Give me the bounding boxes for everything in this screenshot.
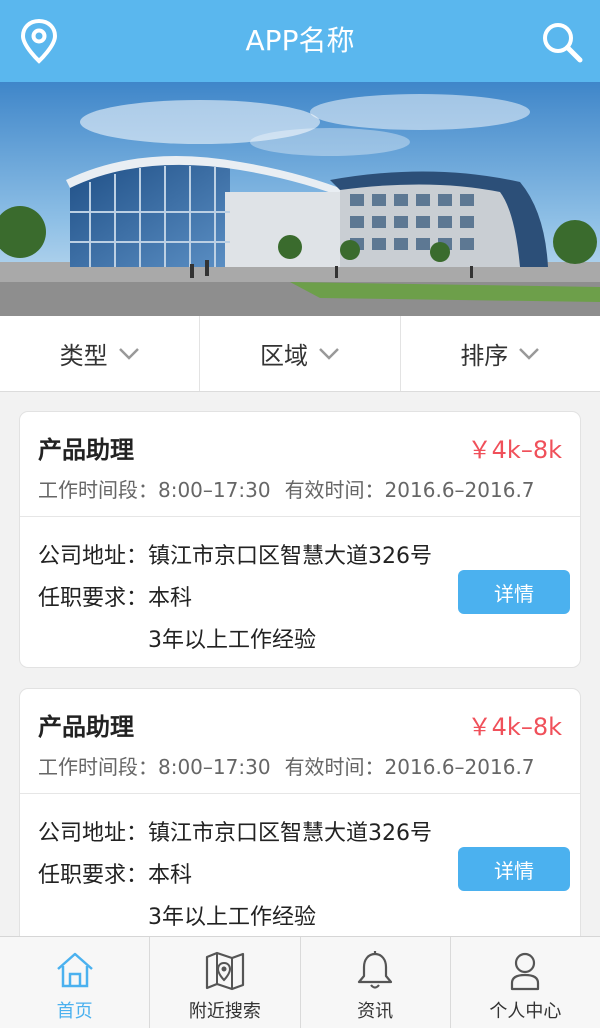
job-card-header: 产品助理 ￥4k–8k 工作时间段：8:00–17:30 有效时间：2016.6–… [20,412,580,517]
job-time: 工作时间段：8:00–17:30 有效时间：2016.6–2016.7 [38,751,535,780]
requirement-experience: 3年以上工作经验 [148,628,316,653]
bell-icon [358,951,393,989]
job-card-header: 产品助理 ￥4k–8k 工作时间段：8:00–17:30 有效时间：2016.6–… [20,689,580,794]
job-card[interactable]: 产品助理 ￥4k–8k 工作时间段：8:00–17:30 有效时间：2016.6–… [19,688,581,936]
work-time: 工作时间段：8:00–17:30 [38,478,271,502]
filter-area[interactable]: 区域 [200,316,401,391]
address-value: 镇江市京口区智慧大道326号 [148,821,433,846]
job-salary: ￥4k–8k [467,436,562,464]
requirement-education: 本科 [148,863,193,888]
app-header: APP名称 [0,0,600,82]
tab-news[interactable]: 资讯 [301,937,451,1028]
valid-time: 有效时间：2016.6–2016.7 [284,755,535,779]
requirement-label: 任职要求： [38,586,149,611]
job-list[interactable]: 产品助理 ￥4k–8k 工作时间段：8:00–17:30 有效时间：2016.6–… [0,392,600,936]
job-requirement: 任职要求：本科 [38,580,192,612]
filter-sort[interactable]: 排序 [401,316,600,391]
search-icon[interactable] [540,20,584,64]
chevron-down-icon [118,347,139,360]
address-label: 公司地址： [38,544,149,569]
address-label: 公司地址： [38,821,149,846]
tab-home-label: 首页 [56,1001,93,1022]
filter-sort-label: 排序 [460,342,509,370]
job-card[interactable]: 产品助理 ￥4k–8k 工作时间段：8:00–17:30 有效时间：2016.6–… [19,411,581,668]
map-icon [205,951,244,991]
address-value: 镇江市京口区智慧大道326号 [148,544,433,569]
banner-image[interactable] [0,82,600,316]
job-requirement: 任职要求：本科 [38,857,192,889]
detail-button[interactable]: 详情 [458,847,570,891]
filter-area-label: 区域 [259,342,308,370]
job-title: 产品助理 [38,713,134,741]
filter-bar: 类型 区域 排序 [0,316,600,392]
chevron-down-icon [519,347,540,360]
requirement-experience: 3年以上工作经验 [148,905,316,930]
user-icon [511,952,540,991]
tab-home[interactable]: 首页 [0,937,151,1028]
job-address: 公司地址：镇江市京口区智慧大道326号 [38,815,432,847]
valid-time: 有效时间：2016.6–2016.7 [284,478,535,502]
job-title: 产品助理 [38,436,134,464]
tab-nearby-search[interactable]: 附近搜索 [150,937,301,1028]
app-title: APP名称 [245,24,355,57]
tab-nearby-search-label: 附近搜索 [188,1001,261,1022]
filter-type[interactable]: 类型 [0,316,201,391]
tab-news-label: 资讯 [357,1001,394,1022]
work-time: 工作时间段：8:00–17:30 [38,755,271,779]
requirement-label: 任职要求： [38,863,149,888]
requirement-education: 本科 [148,586,193,611]
tab-profile-label: 个人中心 [489,1001,562,1022]
job-salary: ￥4k–8k [467,713,562,741]
tab-profile[interactable]: 个人中心 [451,937,600,1028]
chevron-down-icon [319,347,339,360]
job-time: 工作时间段：8:00–17:30 有效时间：2016.6–2016.7 [38,474,535,503]
bottom-tab-bar: 首页 附近搜索 资讯 个人中心 [0,936,600,1028]
home-icon [56,952,93,988]
filter-type-label: 类型 [59,342,108,370]
detail-button[interactable]: 详情 [458,570,570,614]
job-address: 公司地址：镇江市京口区智慧大道326号 [38,538,432,570]
